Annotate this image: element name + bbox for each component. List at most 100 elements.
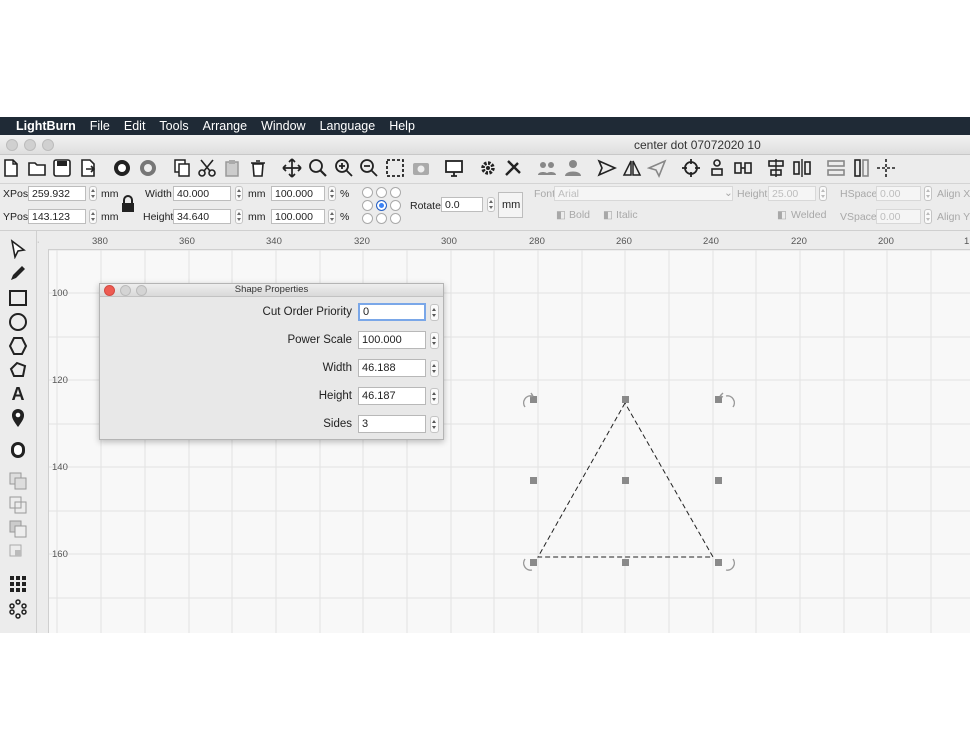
mirror-icon[interactable] bbox=[622, 158, 642, 178]
lock-aspect-icon[interactable] bbox=[118, 194, 138, 214]
shape-height-field[interactable]: 46.187 bbox=[358, 387, 426, 405]
anchor-top-center[interactable] bbox=[376, 187, 387, 198]
weld-icon[interactable] bbox=[8, 471, 28, 491]
menu-language[interactable]: Language bbox=[320, 119, 376, 133]
copy-icon[interactable] bbox=[172, 158, 192, 178]
cut-icon[interactable] bbox=[197, 158, 217, 178]
menu-tools[interactable]: Tools bbox=[159, 119, 188, 133]
tools-icon[interactable] bbox=[503, 158, 523, 178]
cut-order-stepper[interactable] bbox=[430, 304, 439, 321]
users-icon[interactable] bbox=[537, 158, 557, 178]
monitor-icon[interactable] bbox=[444, 158, 464, 178]
xpos-field[interactable]: 259.932 bbox=[28, 186, 86, 201]
open-folder-icon[interactable] bbox=[27, 158, 47, 178]
distribute-icon[interactable] bbox=[766, 158, 786, 178]
vspace-field[interactable]: 0.00 bbox=[876, 209, 921, 224]
cut-order-field[interactable]: 0 bbox=[358, 303, 426, 321]
intersect-icon[interactable] bbox=[8, 543, 28, 563]
import-icon[interactable] bbox=[78, 158, 98, 178]
width-stepper[interactable] bbox=[235, 186, 243, 201]
ypos-field[interactable]: 143.123 bbox=[28, 209, 86, 224]
offset-icon[interactable] bbox=[8, 440, 28, 460]
scale-height-stepper[interactable] bbox=[328, 209, 336, 224]
camera-icon[interactable] bbox=[411, 158, 431, 178]
spacing-v-icon[interactable] bbox=[826, 158, 846, 178]
anchor-bottom-left[interactable] bbox=[362, 213, 373, 224]
app-menu[interactable]: LightBurn bbox=[16, 119, 76, 133]
menu-window[interactable]: Window bbox=[261, 119, 305, 133]
zoom-out-icon[interactable] bbox=[359, 158, 379, 178]
rotate-field[interactable]: 0.0 bbox=[441, 197, 483, 212]
anchor-center[interactable] bbox=[376, 200, 387, 211]
shape-height-stepper[interactable] bbox=[430, 388, 439, 405]
anchor-bottom-right[interactable] bbox=[390, 213, 401, 224]
italic-toggle-icon[interactable]: ◧ bbox=[603, 209, 613, 221]
text-height-field[interactable]: 25.00 bbox=[768, 186, 816, 201]
scale-height-field[interactable]: 100.000 bbox=[271, 209, 325, 224]
circular-array-icon[interactable] bbox=[8, 599, 28, 619]
polygon-icon[interactable] bbox=[8, 336, 28, 356]
new-file-icon[interactable] bbox=[1, 158, 21, 178]
shape-width-field[interactable]: 46.188 bbox=[358, 359, 426, 377]
power-scale-stepper[interactable] bbox=[430, 332, 439, 349]
align-center-v-icon[interactable] bbox=[707, 158, 727, 178]
menu-arrange[interactable]: Arrange bbox=[203, 119, 247, 133]
scale-width-field[interactable]: 100.000 bbox=[271, 186, 325, 201]
sides-field[interactable]: 3 bbox=[358, 415, 426, 433]
zoom-in-icon[interactable] bbox=[334, 158, 354, 178]
ypos-stepper[interactable] bbox=[89, 209, 97, 224]
close-window-button[interactable] bbox=[6, 139, 18, 151]
sides-stepper[interactable] bbox=[430, 416, 439, 433]
target-icon[interactable] bbox=[681, 158, 701, 178]
font-select[interactable]: Arial bbox=[554, 186, 733, 201]
union-icon[interactable] bbox=[8, 495, 28, 515]
zoom-select-icon[interactable] bbox=[385, 158, 405, 178]
send-icon[interactable] bbox=[597, 158, 617, 178]
move-icon[interactable] bbox=[282, 158, 302, 178]
position-laser-icon[interactable] bbox=[8, 408, 28, 428]
user-icon[interactable] bbox=[563, 158, 583, 178]
zoom-fit-icon[interactable] bbox=[308, 158, 328, 178]
shape-width-stepper[interactable] bbox=[430, 360, 439, 377]
size-icon[interactable] bbox=[851, 158, 871, 178]
zoom-window-button[interactable] bbox=[42, 139, 54, 151]
subtract-icon[interactable] bbox=[8, 519, 28, 539]
menu-file[interactable]: File bbox=[90, 119, 110, 133]
circle-grey-icon[interactable] bbox=[138, 158, 158, 178]
circle-dark-icon[interactable] bbox=[112, 158, 132, 178]
select-icon[interactable] bbox=[8, 239, 28, 259]
hspace-stepper[interactable] bbox=[924, 186, 932, 201]
menu-help[interactable]: Help bbox=[389, 119, 415, 133]
spacing-h-icon[interactable] bbox=[792, 158, 812, 178]
hspace-field[interactable]: 0.00 bbox=[876, 186, 921, 201]
vspace-stepper[interactable] bbox=[924, 209, 932, 224]
minimize-window-button[interactable] bbox=[24, 139, 36, 151]
ellipse-icon[interactable] bbox=[8, 312, 28, 332]
text-height-stepper[interactable] bbox=[819, 186, 827, 201]
grid-array-icon[interactable] bbox=[8, 574, 28, 594]
power-scale-field[interactable]: 100.000 bbox=[358, 331, 426, 349]
dialog-minimize-button[interactable] bbox=[120, 285, 131, 296]
anchor-mid-left[interactable] bbox=[362, 200, 373, 211]
paste-icon[interactable] bbox=[222, 158, 242, 178]
plane-icon[interactable] bbox=[647, 158, 667, 178]
rectangle-icon[interactable] bbox=[8, 288, 28, 308]
anchor-top-right[interactable] bbox=[390, 187, 401, 198]
welded-toggle-icon[interactable]: ◧ bbox=[777, 209, 787, 221]
anchor-bottom-center[interactable] bbox=[376, 213, 387, 224]
settings-icon[interactable] bbox=[478, 158, 498, 178]
xpos-stepper[interactable] bbox=[89, 186, 97, 201]
height-field[interactable]: 34.640 bbox=[173, 209, 231, 224]
delete-icon[interactable] bbox=[248, 158, 268, 178]
menu-edit[interactable]: Edit bbox=[124, 119, 146, 133]
align-center-h-icon[interactable] bbox=[733, 158, 753, 178]
anchor-top-left[interactable] bbox=[362, 187, 373, 198]
text-icon[interactable]: A bbox=[8, 384, 28, 404]
pen-icon[interactable] bbox=[8, 263, 28, 283]
dialog-zoom-button[interactable] bbox=[136, 285, 147, 296]
anchor-mid-right[interactable] bbox=[390, 200, 401, 211]
move-laser-icon[interactable] bbox=[876, 158, 896, 178]
bezier-icon[interactable] bbox=[8, 360, 28, 380]
height-stepper[interactable] bbox=[235, 209, 243, 224]
width-field[interactable]: 40.000 bbox=[173, 186, 231, 201]
